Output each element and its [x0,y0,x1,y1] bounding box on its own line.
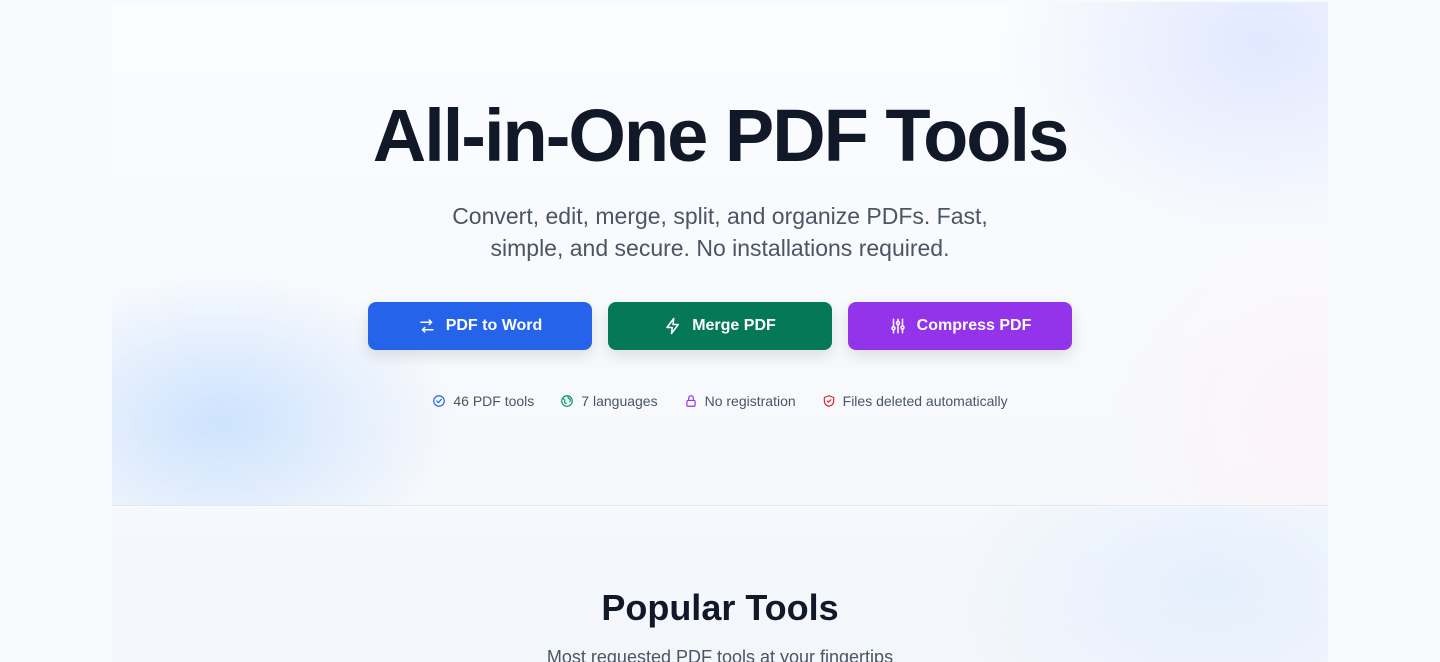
cta-button-group: PDF to Word Merge PDF Compress PDF [368,302,1072,350]
feature-item-auto-delete: Files deleted automatically [822,391,1008,411]
page: All-in-One PDF Tools Convert, edit, merg… [0,0,1440,662]
pdf-to-word-label: PDF to Word [445,317,543,334]
lightning-icon [666,317,680,335]
feature-label: No registration [704,393,796,409]
pdf-to-word-button[interactable]: PDF to Word [368,302,592,350]
arrows-exchange-icon [419,319,434,333]
feature-label: Files deleted automatically [842,393,1008,409]
merge-pdf-button[interactable]: Merge PDF [608,302,832,350]
sliders-icon [890,318,905,334]
popular-tools-section: Popular Tools Most requested PDF tools a… [112,507,1328,662]
globe-icon [561,395,574,407]
merge-pdf-label: Merge PDF [692,317,776,334]
feature-label: 7 languages [581,393,658,409]
feature-label: 46 PDF tools [453,393,535,409]
feature-item-registration: No registration [684,391,796,411]
feature-item-languages: 7 languages [560,391,658,411]
check-circle-icon [433,395,446,407]
lock-icon [685,395,696,407]
compress-pdf-button[interactable]: Compress PDF [848,302,1072,350]
hero-section: All-in-One PDF Tools Convert, edit, merg… [112,2,1328,506]
hero-title: All-in-One PDF Tools [372,94,1069,177]
feature-list: 46 PDF tools 7 languages No registration… [112,391,1328,411]
shield-check-icon [823,395,834,407]
feature-item-tools: 46 PDF tools [432,391,534,411]
popular-tools-subtitle: Most requested PDF tools at your fingert… [546,647,894,662]
popular-tools-title: Popular Tools [601,587,839,628]
compress-pdf-label: Compress PDF [916,317,1032,334]
hero-subtitle: Convert, edit, merge, split, and organiz… [452,203,988,261]
